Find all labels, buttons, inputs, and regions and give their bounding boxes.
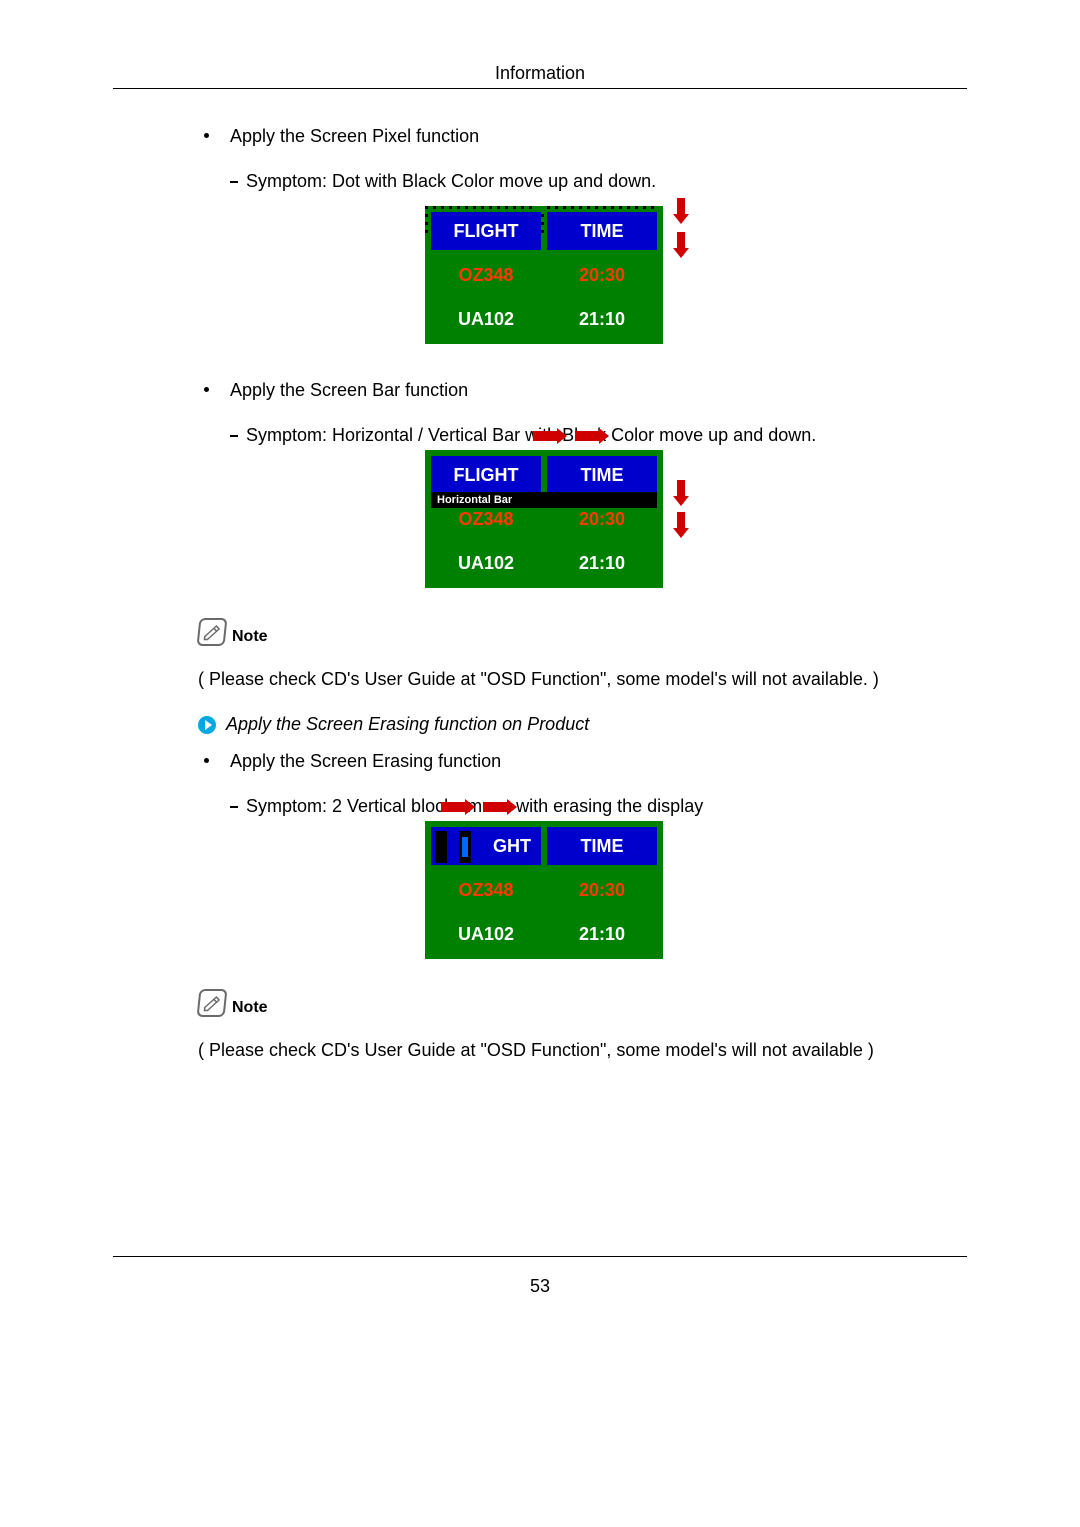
header-rule <box>113 88 967 89</box>
note-label: Note <box>232 628 268 646</box>
bullet-dot-icon <box>204 758 209 763</box>
arrow-right-icon <box>575 428 609 444</box>
partial-ght-text: GHT <box>493 836 531 857</box>
content-area: Apply the Screen Pixel function Symptom:… <box>198 112 890 1063</box>
erase-block-2 <box>459 831 471 863</box>
bullet-erasing-text: Apply the Screen Erasing function <box>230 751 501 771</box>
dash-icon <box>230 435 238 437</box>
note-icon <box>197 618 228 646</box>
arrow-down-icon <box>673 480 689 506</box>
th-time: TIME <box>547 212 657 250</box>
bullet-dot-icon <box>204 387 209 392</box>
arrow-down-icon <box>673 198 689 224</box>
th-time: TIME <box>547 456 657 494</box>
td-ua102: UA102 <box>431 544 541 582</box>
bullet-pixel-function: Apply the Screen Pixel function <box>198 126 890 147</box>
arrow-right-icon <box>483 799 517 815</box>
figure-3: GHT TIME OZ348 20:30 UA102 21:10 <box>425 821 663 959</box>
page: { "header": { "title": "Information" }, … <box>0 0 1080 1527</box>
th-flight-partial: GHT <box>431 827 541 865</box>
blue-bullet-text: Apply the Screen Erasing function on Pro… <box>226 714 589 735</box>
figure-3-wrap: GHT TIME OZ348 20:30 UA102 21:10 <box>198 821 890 959</box>
figure-1: FLIGHT TIME OZ348 20:30 UA102 21:10 <box>425 206 663 344</box>
td-ua102: UA102 <box>431 300 541 338</box>
footer-rule <box>113 1256 967 1257</box>
dash-icon <box>230 181 238 183</box>
arrow-right-icon <box>533 428 567 444</box>
arrow-circle-right-icon <box>198 716 216 734</box>
figure-2: FLIGHT TIME OZ348 20:30 UA102 21:10 Hori… <box>425 450 663 588</box>
figure-2-wrap: FLIGHT TIME OZ348 20:30 UA102 21:10 Hori… <box>198 450 890 588</box>
note-icon <box>197 989 228 1017</box>
th-time: TIME <box>547 827 657 865</box>
bullet-bar-function: Apply the Screen Bar function <box>198 380 890 401</box>
note-1-text: ( Please check CD's User Guide at "OSD F… <box>198 666 890 692</box>
td-2110: 21:10 <box>547 544 657 582</box>
td-2110: 21:10 <box>547 300 657 338</box>
flight-table-1: FLIGHT TIME OZ348 20:30 UA102 21:10 <box>425 206 663 344</box>
arrow-right-icon <box>441 799 475 815</box>
td-oz348: OZ348 <box>431 871 541 909</box>
erase-block-1 <box>435 831 447 863</box>
bullet-bar-text: Apply the Screen Bar function <box>230 380 468 400</box>
symptom-pixel: Symptom: Dot with Black Color move up an… <box>198 171 890 192</box>
th-flight: FLIGHT <box>431 456 541 494</box>
note-2: Note <box>198 989 890 1017</box>
page-header-title: Information <box>0 63 1080 84</box>
note-label: Note <box>232 999 268 1017</box>
page-number: 53 <box>0 1276 1080 1297</box>
td-2110: 21:10 <box>547 915 657 953</box>
bullet-dot-icon <box>204 133 209 138</box>
td-2030: 20:30 <box>547 256 657 294</box>
arrow-down-icon <box>673 232 689 258</box>
note-1: Note <box>198 618 890 646</box>
symptom-pixel-text: Symptom: Dot with Black Color move up an… <box>246 171 656 191</box>
flight-table-2: FLIGHT TIME OZ348 20:30 UA102 21:10 Hori… <box>425 450 663 588</box>
horizontal-bar-overlay: Horizontal Bar <box>431 492 657 508</box>
td-ua102: UA102 <box>431 915 541 953</box>
th-flight: FLIGHT <box>431 212 541 250</box>
figure-1-wrap: FLIGHT TIME OZ348 20:30 UA102 21:10 <box>198 206 890 344</box>
td-oz348: OZ348 <box>431 256 541 294</box>
symptom-bar-text: Symptom: Horizontal / Vertical Bar with … <box>246 425 816 445</box>
dash-icon <box>230 806 238 808</box>
note-2-text: ( Please check CD's User Guide at "OSD F… <box>198 1037 890 1063</box>
td-2030: 20:30 <box>547 871 657 909</box>
bullet-erasing-function: Apply the Screen Erasing function <box>198 751 890 772</box>
arrow-down-icon <box>673 512 689 538</box>
bullet-pixel-text: Apply the Screen Pixel function <box>230 126 479 146</box>
blue-bullet-row: Apply the Screen Erasing function on Pro… <box>198 714 890 735</box>
symptom-erasing: Symptom: 2 Vertical blocks move with era… <box>198 796 890 817</box>
flight-table-3: GHT TIME OZ348 20:30 UA102 21:10 <box>425 821 663 959</box>
